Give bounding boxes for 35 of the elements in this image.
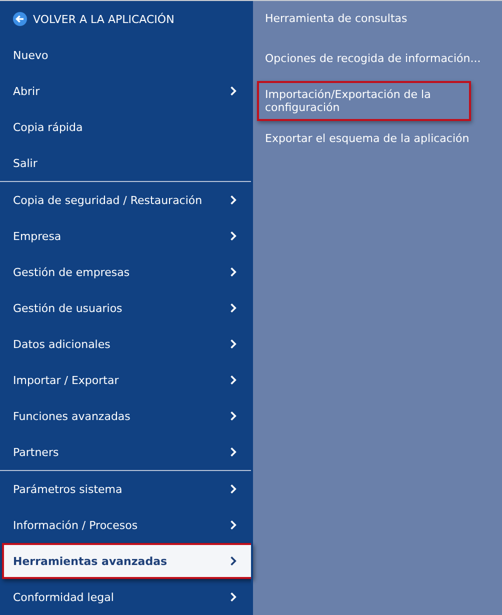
chevron-icon	[230, 339, 237, 349]
chevron-icon	[230, 195, 237, 205]
chevron-icon	[230, 484, 237, 494]
chevron-icon	[230, 447, 237, 457]
chevron-icon	[230, 592, 237, 602]
chevron-icon	[230, 231, 237, 241]
chevron-icon	[230, 303, 237, 313]
menu-item[interactable]: Parámetros sistema	[0, 471, 251, 507]
menu-item[interactable]: Datos adicionales	[0, 326, 251, 362]
back-arrow-icon	[13, 12, 27, 26]
back-button[interactable]: VOLVER A LA APLICACIÓN	[0, 1, 251, 37]
submenu-item[interactable]: Exportar el esquema de la aplicación	[257, 123, 498, 159]
menu-item[interactable]: Herramientas avanzadas	[2, 543, 253, 579]
menu-item[interactable]: Conformidad legal	[0, 579, 251, 615]
menu-item[interactable]: Información / Procesos	[0, 507, 251, 543]
submenu-item[interactable]: Herramienta de consultas	[257, 3, 498, 39]
menu-item[interactable]: Abrir	[0, 73, 251, 109]
menu-item[interactable]: Gestión de usuarios	[0, 290, 251, 326]
menu-item[interactable]: Salir	[0, 145, 251, 181]
chevron-icon	[230, 86, 237, 96]
chevron-icon	[230, 375, 237, 385]
menu-item[interactable]: Gestión de empresas	[0, 254, 251, 290]
chevron-icon	[230, 556, 237, 566]
chevron-icon	[230, 411, 237, 421]
menu-item[interactable]: Importar / Exportar	[0, 362, 251, 398]
menu-item[interactable]: Copia de seguridad / Restauración	[0, 182, 251, 218]
menu-item[interactable]: Empresa	[0, 218, 251, 254]
menu-item[interactable]: Nuevo	[0, 37, 251, 73]
chevron-icon	[230, 267, 237, 277]
chevron-icon	[230, 520, 237, 530]
menu-item[interactable]: Partners	[0, 434, 251, 470]
menu-item[interactable]: Funciones avanzadas	[0, 398, 251, 434]
submenu-item[interactable]: Importación/Exportación de la configuración	[257, 81, 471, 121]
menu-item[interactable]: Copia rápida	[0, 109, 251, 145]
submenu-item[interactable]: Opciones de recogida de información...	[257, 43, 498, 79]
